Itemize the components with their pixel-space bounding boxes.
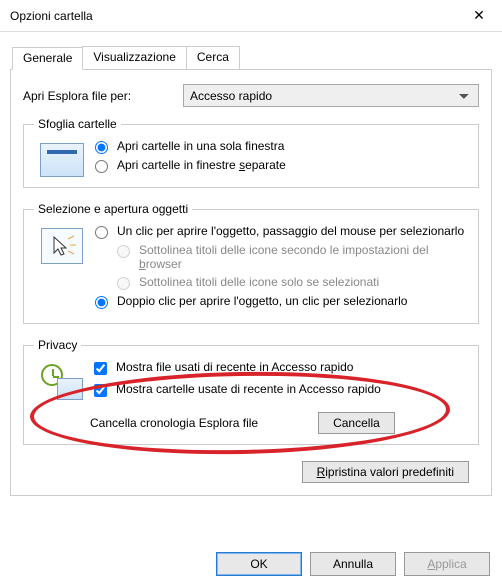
privacy-legend: Privacy: [34, 338, 81, 352]
cursor-icon: [34, 224, 90, 264]
tab-search-label: Cerca: [197, 50, 229, 64]
tab-general-label: Generale: [23, 51, 72, 65]
restore-defaults-label: Ripristina valori predefiniti: [317, 465, 454, 479]
apply-button-label: Applica: [427, 557, 466, 571]
radio-single-click[interactable]: [95, 226, 108, 239]
restore-defaults-button[interactable]: Ripristina valori predefiniti: [302, 461, 469, 483]
dialog-footer: OK Annulla Applica: [216, 552, 490, 576]
window-title: Opzioni cartella: [10, 9, 456, 23]
checkbox-recent-files-label: Mostra file usati di recente in Accesso …: [116, 360, 353, 374]
close-button[interactable]: ✕: [456, 0, 502, 32]
checkbox-recent-folders[interactable]: [94, 384, 107, 397]
apply-button: Applica: [404, 552, 490, 576]
open-explorer-row: Apri Esplora file per: Accesso rapido: [23, 84, 479, 107]
tab-search[interactable]: Cerca: [186, 46, 240, 69]
radio-underline-hover-label: Sottolinea titoli delle icone solo se se…: [139, 275, 379, 289]
ok-button[interactable]: OK: [216, 552, 302, 576]
checkbox-recent-folders-label: Mostra cartelle usate di recente in Acce…: [116, 382, 381, 396]
history-icon: [34, 360, 90, 400]
click-items-group: Selezione e apertura oggetti: [23, 202, 479, 324]
close-icon: ✕: [473, 7, 485, 24]
radio-same-window[interactable]: [95, 141, 108, 154]
clear-history-button-label: Cancella: [333, 416, 380, 430]
clear-history-button[interactable]: Cancella: [318, 412, 395, 434]
radio-single-click-label: Un clic per aprire l'oggetto, passaggio …: [117, 224, 464, 238]
checkbox-recent-files[interactable]: [94, 362, 107, 375]
titlebar: Opzioni cartella ✕: [0, 0, 502, 32]
tab-strip: Generale Visualizzazione Cerca: [12, 46, 502, 69]
tab-view[interactable]: Visualizzazione: [82, 46, 187, 69]
tab-view-label: Visualizzazione: [93, 50, 176, 64]
radio-underline-browser: [117, 245, 130, 258]
open-explorer-select[interactable]: Accesso rapido: [183, 84, 479, 107]
browse-folders-legend: Sfoglia cartelle: [34, 117, 121, 131]
tab-panel-general: Apri Esplora file per: Accesso rapido Sf…: [10, 69, 492, 496]
radio-double-click-label: Doppio clic per aprire l'oggetto, un cli…: [117, 294, 407, 308]
radio-double-click[interactable]: [95, 296, 108, 309]
tab-general[interactable]: Generale: [12, 47, 83, 70]
radio-separate-windows-label: Apri cartelle in finestre separate: [117, 158, 286, 172]
browse-folders-group: Sfoglia cartelle Apri cartelle in una so…: [23, 117, 479, 188]
cancel-button[interactable]: Annulla: [310, 552, 396, 576]
radio-underline-hover: [117, 277, 130, 290]
radio-separate-windows[interactable]: [95, 160, 108, 173]
open-explorer-label: Apri Esplora file per:: [23, 89, 183, 103]
radio-underline-browser-label: Sottolinea titoli delle icone secondo le…: [139, 243, 468, 271]
clear-history-label: Cancella cronologia Esplora file: [90, 416, 258, 430]
ok-button-label: OK: [250, 557, 267, 571]
folder-icon: [34, 139, 90, 177]
privacy-group: Privacy Mostra file usati di recente in …: [23, 338, 479, 445]
radio-same-window-label: Apri cartelle in una sola finestra: [117, 139, 284, 153]
cancel-button-label: Annulla: [333, 557, 373, 571]
click-items-legend: Selezione e apertura oggetti: [34, 202, 192, 216]
